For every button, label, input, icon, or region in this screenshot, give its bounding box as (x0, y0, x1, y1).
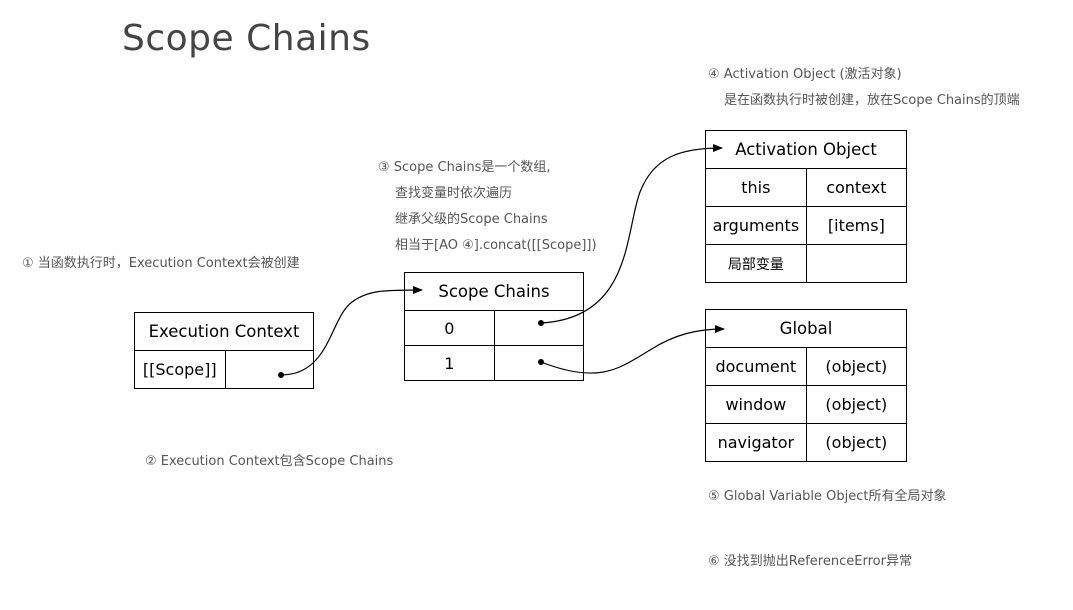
scope-property-pointer (224, 350, 315, 389)
activation-object-header: Activation Object (705, 130, 907, 169)
note-2: ② Execution Context包含Scope Chains (145, 449, 393, 475)
note-1: ① 当函数执行时，Execution Context会被创建 (22, 251, 300, 277)
scope-chains-pointer (493, 345, 585, 381)
global-value: (object) (805, 423, 908, 462)
global-key: navigator (705, 423, 807, 462)
scope-chains-index: 0 (404, 310, 495, 346)
scope-chains-table: Scope Chains 0 1 (404, 272, 585, 381)
note-3-line: 继承父级的Scope Chains (395, 212, 548, 227)
note-5: ⑤ Global Variable Object所有全局对象 (708, 484, 947, 510)
global-value: (object) (805, 347, 908, 386)
note-4: ④ Activation Object (激活对象) 是在函数执行时被创建，放在… (708, 62, 1020, 114)
note-6-text: ⑥ 没找到抛出ReferenceError异常 (708, 554, 912, 569)
execution-context-header: Execution Context (134, 312, 314, 351)
ao-value (805, 244, 908, 283)
note-6: ⑥ 没找到抛出ReferenceError异常 (708, 549, 912, 575)
ao-key: 局部变量 (705, 244, 807, 283)
note-1-text: ① 当函数执行时，Execution Context会被创建 (22, 256, 300, 271)
scope-chains-index: 1 (404, 345, 495, 381)
activation-object-table: Activation Object this context arguments… (705, 130, 908, 283)
note-3-line: 相当于[AO ④].concat([[Scope]]) (395, 238, 597, 253)
ao-value: context (805, 168, 908, 207)
scope-chains-header: Scope Chains (404, 272, 584, 311)
note-4-line: 是在函数执行时被创建，放在Scope Chains的顶端 (724, 93, 1020, 108)
scope-property-label: [[Scope]] (134, 350, 226, 389)
global-value: (object) (805, 385, 908, 424)
note-4-line: ④ Activation Object (激活对象) (708, 67, 902, 82)
note-5-text: ⑤ Global Variable Object所有全局对象 (708, 489, 947, 504)
note-3: ③ Scope Chains是一个数组, 查找变量时依次遍历 继承父级的Scop… (378, 155, 597, 259)
ao-key: arguments (705, 206, 807, 245)
note-3-line: 查找变量时依次遍历 (395, 186, 513, 201)
global-header: Global (705, 309, 907, 348)
note-3-line: ③ Scope Chains是一个数组, (378, 160, 551, 175)
note-2-text: ② Execution Context包含Scope Chains (145, 454, 394, 469)
ao-key: this (705, 168, 807, 207)
global-key: document (705, 347, 807, 386)
scope-chains-pointer (493, 310, 585, 346)
page-title: Scope Chains (122, 18, 371, 59)
global-key: window (705, 385, 807, 424)
execution-context-table: Execution Context [[Scope]] (134, 312, 315, 389)
global-table: Global document (object) window (object)… (705, 309, 908, 462)
ao-value: [items] (805, 206, 908, 245)
